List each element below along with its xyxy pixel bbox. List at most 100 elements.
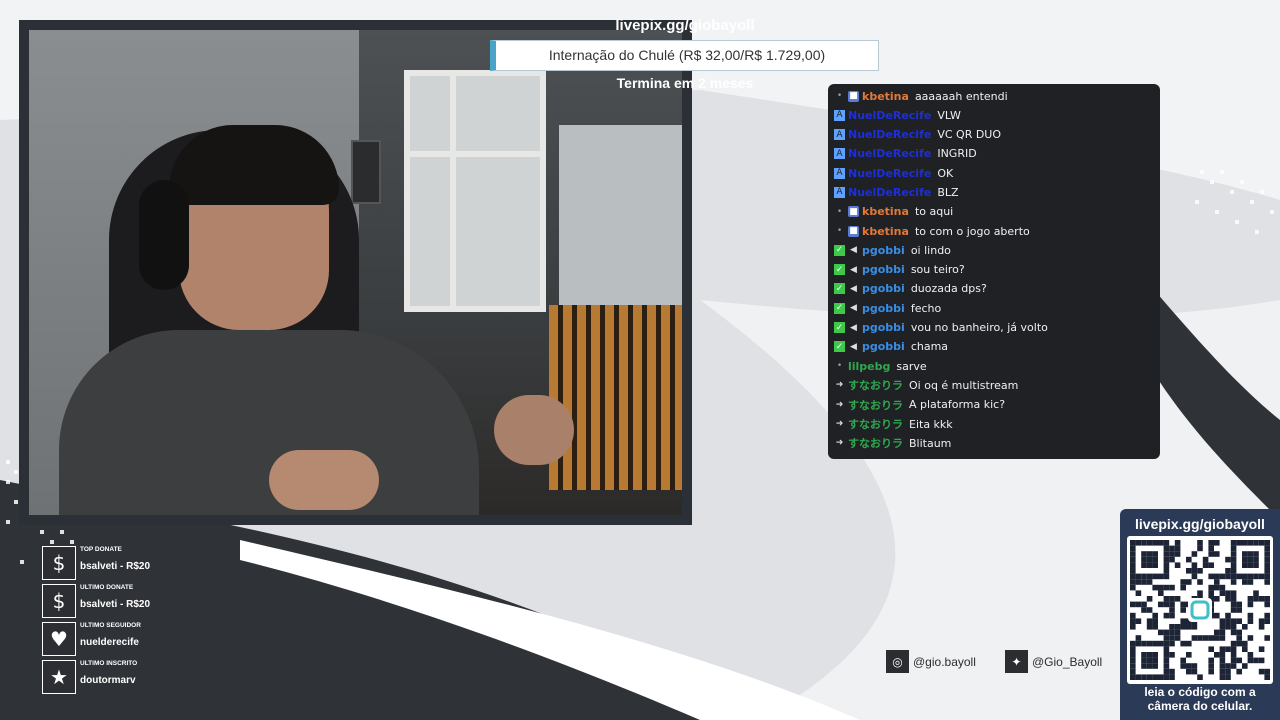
chat-username[interactable]: pgobbi (862, 282, 905, 295)
platform-dot-icon: • (836, 361, 843, 372)
verified-badge-icon: ✓ (834, 283, 845, 295)
chat-message-text: VLW (937, 108, 961, 122)
chat-message: ➜ すなおりラ Oi oq é multistream (828, 376, 1160, 395)
chat-username[interactable]: すなおりラ (848, 397, 903, 413)
chat-username[interactable]: すなおりラ (848, 416, 903, 432)
chat-message-text: sarve (896, 359, 927, 373)
chat-message-text: INGRID (937, 147, 977, 161)
verified-badge-icon: ✓ (834, 341, 845, 353)
verified-badge-icon: ✓ (834, 322, 845, 334)
instagram-handle-text: @gio.bayoll (913, 654, 976, 669)
chat-username[interactable]: pgobbi (862, 244, 905, 257)
chat-message: ✓ ◀ pgobbi oi lindo (828, 241, 1160, 260)
chat-message-text: fecho (910, 301, 942, 315)
chat-message: ✓ ◀ pgobbi sou teiro? (828, 260, 1160, 279)
qr-panel: livepix.gg/giobayoll leia o código com a… (1120, 509, 1280, 720)
goal-site-url: livepix.gg/giobayoll (615, 17, 755, 34)
chat-message-text: Eita kkk (909, 417, 953, 431)
stat-label: ULTIMO SEGUIDOR (80, 622, 141, 629)
platform-logo-icon: ■ (848, 225, 859, 237)
platform-badge-icon: A (834, 186, 845, 198)
speaker-badge-icon: ◀ (850, 283, 857, 294)
webcam-feed (29, 30, 682, 515)
chat-message: • ■ kbetina aaaaaah entendi (828, 86, 1160, 105)
speaker-badge-icon: ◀ (850, 322, 857, 333)
chat-message: ✓ ◀ pgobbi fecho (828, 299, 1160, 318)
stat-value: bsalveti - R$20 (80, 599, 151, 610)
chat-username[interactable]: NuelDeRecife (848, 186, 931, 199)
chat-message: ➜ すなおりラ A plataforma kic? (828, 395, 1160, 414)
chat-message: ✓ ◀ pgobbi chama (828, 337, 1160, 356)
verified-badge-icon: ✓ (834, 264, 845, 276)
chat-username[interactable]: kbetina (862, 205, 909, 218)
instagram-icon: ◎ (886, 650, 909, 673)
twitter-handle-text: @Gio_Bayoll (1032, 654, 1103, 669)
qr-caption-line2: câmera do celular. (1147, 699, 1253, 713)
chat-message: A NuelDeRecife BLZ (828, 183, 1160, 202)
chat-username[interactable]: pgobbi (862, 302, 905, 315)
speaker-badge-icon: ◀ (850, 341, 857, 352)
speaker-badge-icon: ◀ (850, 303, 857, 314)
chat-username[interactable]: NuelDeRecife (848, 109, 931, 122)
chat-message-text: sou teiro? (910, 263, 965, 277)
donation-goal-text: Internação do Chulé (R$ 32,00/R$ 1.729,0… (548, 47, 826, 63)
chat-username[interactable]: NuelDeRecife (848, 128, 931, 141)
platform-badge-icon: A (834, 167, 845, 179)
arrow-badge-icon: ➜ (835, 438, 844, 449)
chat-message: ✓ ◀ pgobbi duozada dps? (828, 279, 1160, 298)
chat-message-text: Oi oq é multistream (909, 378, 1019, 392)
chat-message-text: OK (937, 166, 954, 180)
chat-message: • ■ kbetina to com o jogo aberto (828, 221, 1160, 240)
stat-value: bsalveti - R$20 (80, 561, 151, 572)
chat-username[interactable]: NuelDeRecife (848, 147, 931, 160)
stat-value: nuelderecife (80, 637, 139, 648)
qr-caption: leia o código com a câmera do celular. (1120, 685, 1280, 713)
chat-username[interactable]: pgobbi (862, 321, 905, 334)
chat-message-text: to aqui (914, 205, 954, 219)
chat-username[interactable]: pgobbi (862, 340, 905, 353)
qr-code (1127, 536, 1273, 684)
platform-badge-icon: A (834, 129, 845, 141)
verified-badge-icon: ✓ (834, 302, 845, 314)
verified-badge-icon: ✓ (834, 244, 845, 256)
heart-icon: ♥ (42, 622, 76, 656)
speaker-badge-icon: ◀ (850, 245, 857, 256)
chat-message-text: duozada dps? (910, 282, 987, 296)
qr-url: livepix.gg/giobayoll (1135, 516, 1265, 532)
stat-value: doutormarv (80, 675, 136, 686)
chat-message-text: vou no banheiro, já volto (910, 321, 1048, 335)
webcam-frame (19, 20, 692, 525)
chat-message: A NuelDeRecife VLW (828, 106, 1160, 125)
donation-goal-bar: Internação do Chulé (R$ 32,00/R$ 1.729,0… (490, 40, 879, 71)
platform-logo-icon: ■ (848, 90, 859, 102)
stat-label: TOP DONATE (80, 546, 122, 553)
chat-message-text: to com o jogo aberto (914, 224, 1030, 238)
chat-username[interactable]: NuelDeRecife (848, 167, 931, 180)
chat-username[interactable]: kbetina (862, 225, 909, 238)
platform-dot-icon: • (836, 206, 843, 217)
chat-message-list[interactable]: • ■ kbetina aaaaaah entendi A NuelDeRecife VLW… (828, 86, 1160, 453)
chat-message: A NuelDeRecife INGRID (828, 144, 1160, 163)
chat-panel[interactable]: • ■ kbetina aaaaaah entendi A NuelDeRecife VLW… (828, 84, 1160, 459)
arrow-badge-icon: ➜ (835, 419, 844, 430)
chat-message: A NuelDeRecife VC QR DUO (828, 125, 1160, 144)
money-bag-icon: $ (42, 546, 76, 580)
dollar-icon: $ (42, 584, 76, 618)
stat-label: ULTIMO INSCRITO (80, 660, 138, 667)
platform-badge-icon: A (834, 109, 845, 121)
arrow-badge-icon: ➜ (835, 380, 844, 391)
chat-message-text: A plataforma kic? (909, 398, 1006, 412)
goal-ends-text: Termina em 2 meses (616, 75, 754, 91)
chat-username[interactable]: すなおりラ (848, 435, 903, 451)
chat-username[interactable]: すなおりラ (848, 377, 903, 393)
speaker-badge-icon: ◀ (850, 264, 857, 275)
chat-username[interactable]: pgobbi (862, 263, 905, 276)
platform-dot-icon: • (836, 226, 843, 237)
chat-message-text: chama (910, 340, 949, 354)
chat-message: ➜ すなおりラ Blitaum (828, 434, 1160, 453)
chat-message-text: BLZ (937, 185, 959, 199)
stat-label: ULTIMO DONATE (80, 584, 134, 591)
chat-message-text: Blitaum (909, 436, 952, 450)
chat-username[interactable]: kbetina (862, 90, 909, 103)
chat-username[interactable]: lilpebg (848, 360, 890, 373)
